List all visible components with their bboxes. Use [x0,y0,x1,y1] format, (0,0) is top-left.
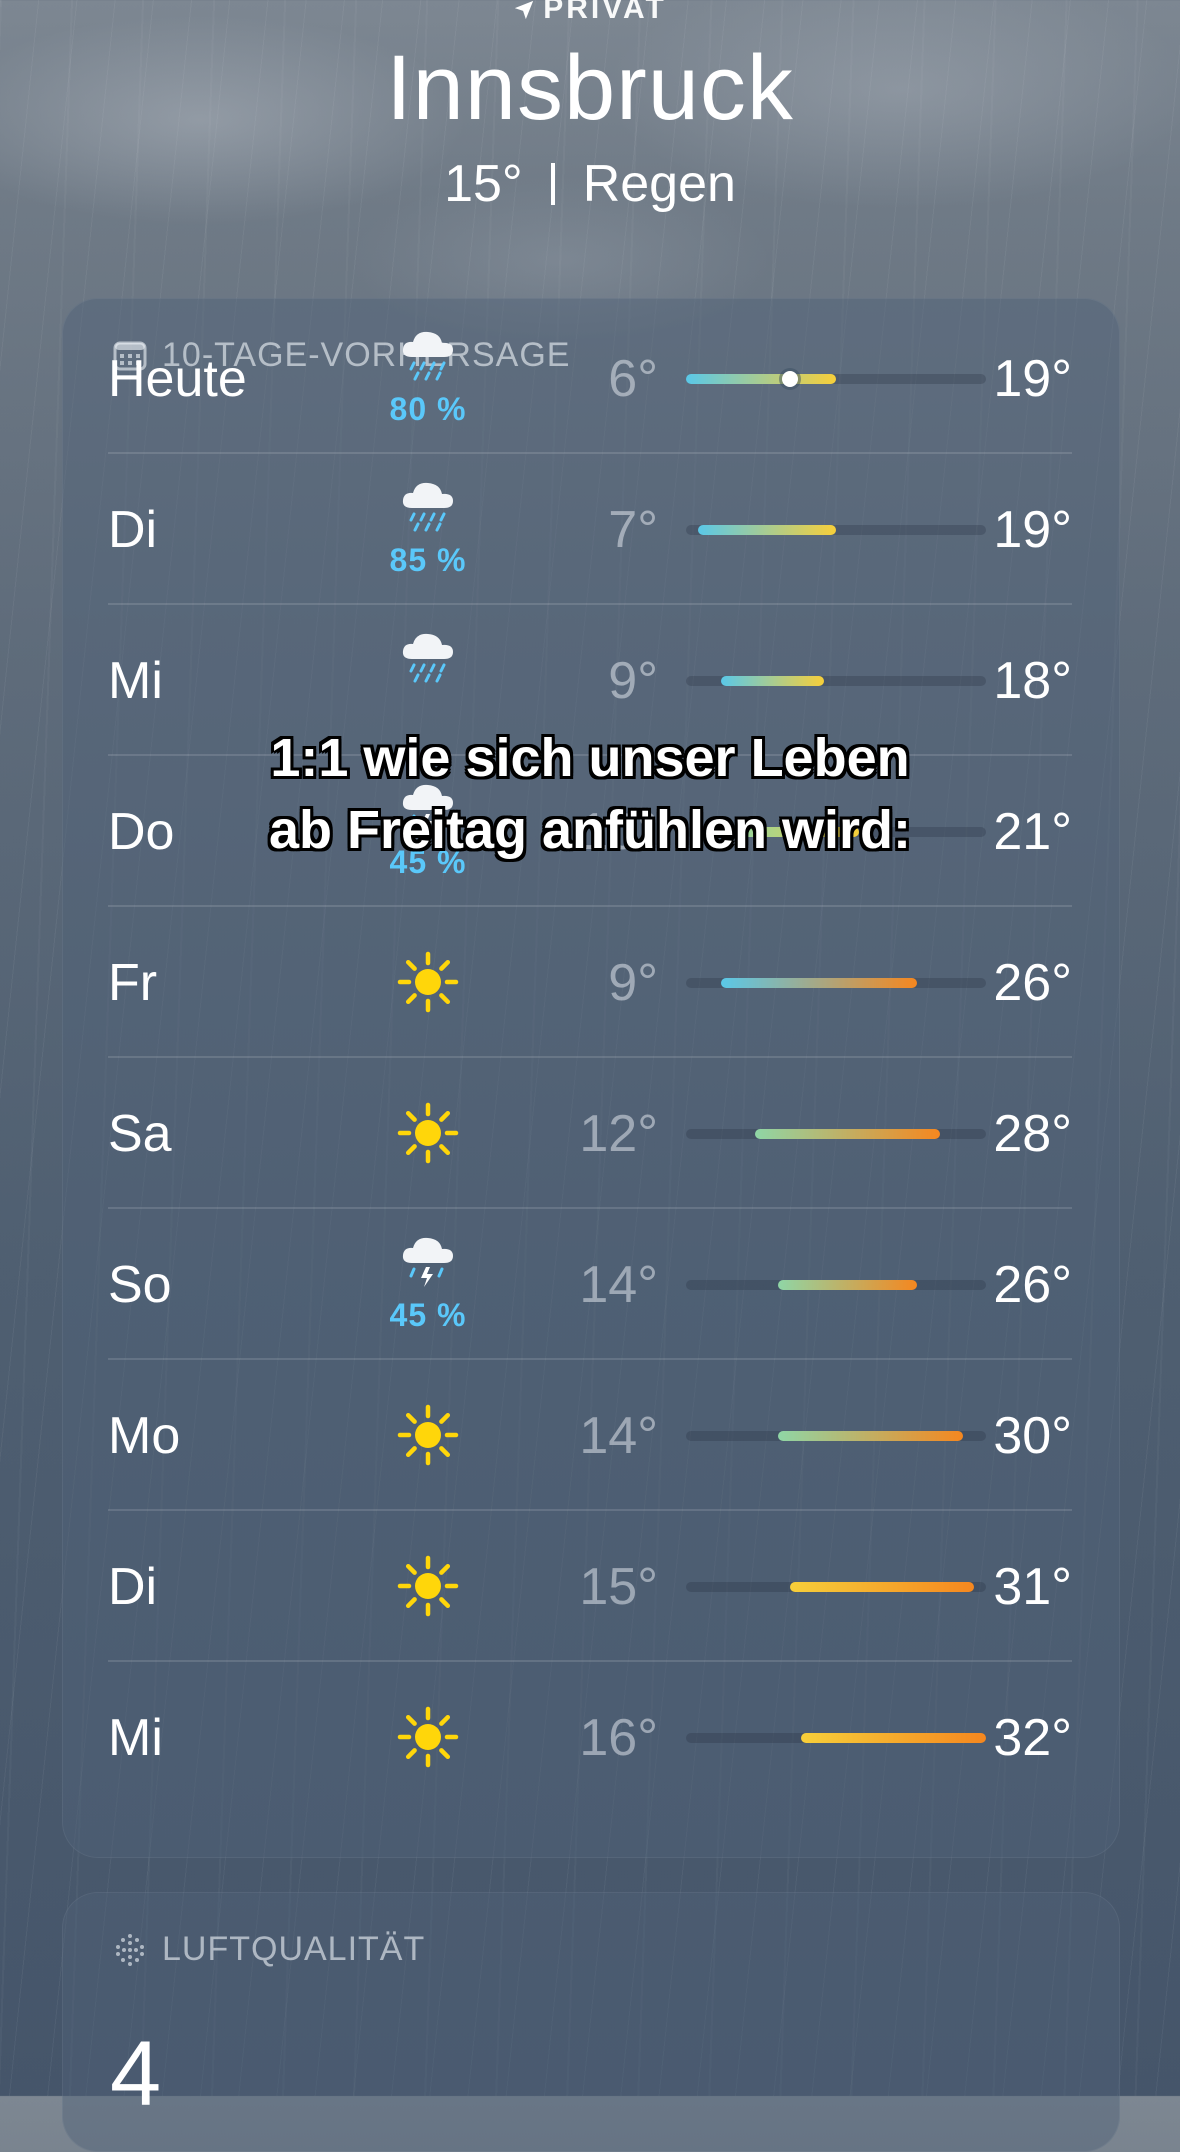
forecast-day: So [108,1255,172,1314]
high-temperature: 26° [993,1255,1072,1314]
air-quality-value: 4 [110,2023,162,2125]
temperature-range-bar [720,675,825,686]
temperature-range-bar [801,1732,986,1743]
current-condition: Regen [582,155,736,213]
temperature-range-bar [778,1279,917,1290]
air-quality-icon [116,1933,144,1966]
temperature-range-bar [789,1581,975,1592]
temperature-range-track [686,1732,986,1743]
temperature-range-track [686,1581,986,1592]
air-quality-title-text: LUFTQUALITÄT [162,1930,426,1968]
forecast-row[interactable]: Sa 12° 28° [108,1058,1072,1209]
high-temperature: 26° [993,953,1072,1012]
temperature-range-bar [755,1128,940,1139]
low-temperature: 9° [608,953,658,1012]
current-conditions: 15° Regen [0,154,1180,214]
temperature-range-track [686,1279,986,1290]
high-temperature: 28° [993,1104,1072,1163]
low-temperature: 14° [579,1406,658,1465]
low-temperature: 12° [579,1104,658,1163]
forecast-day: Mo [108,1406,181,1465]
forecast-day: Fr [108,953,158,1012]
temperature-range-bar [686,373,836,384]
forecast-day: Mi [108,651,163,710]
separator [550,163,555,205]
forecast-row[interactable]: Di 85 % 7° 19° [108,454,1072,605]
temperature-range-bar [697,524,836,535]
low-temperature: 9° [608,651,658,710]
current-temperature: 15° [444,155,523,213]
caption-line-2: ab Freitag anfühlen wird: [268,800,912,860]
forecast-row[interactable]: Fr 9° 26° [108,907,1072,1058]
high-temperature: 31° [993,1557,1072,1616]
temperature-range-track [686,977,986,988]
temperature-range-bar [720,977,917,988]
temperature-range-track [686,675,986,686]
current-temp-indicator [781,370,798,387]
low-temperature: 16° [579,1708,658,1767]
forecast-day: Di [108,500,158,559]
location-label: PRIVAT [0,0,1180,26]
forecast-day: Di [108,1557,158,1616]
forecast-day: Heute [108,349,247,408]
video-caption: 1:1 wie sich unser Leben ab Freitag anfü… [0,722,1180,866]
temperature-range-bar [778,1430,963,1441]
temperature-range-track [686,1430,986,1441]
caption-line-1: 1:1 wie sich unser Leben [270,728,910,788]
high-temperature: 18° [993,651,1072,710]
high-temperature: 30° [993,1406,1072,1465]
forecast-row[interactable]: Mi 16° 32° [108,1662,1072,1813]
high-temperature: 19° [993,349,1072,408]
forecast-row[interactable]: Heute 80 % 6° 19° [108,303,1072,454]
temperature-range-track [686,1128,986,1139]
location-arrow-icon [515,0,534,20]
high-temperature: 32° [993,1708,1072,1767]
city-name: Innsbruck [386,37,794,139]
temperature-range-track [686,524,986,535]
forecast-row[interactable]: Mo 14° 30° [108,1360,1072,1511]
ten-day-forecast-card[interactable]: 10-TAGE-VORHERSAGE Heute 80 % 6° 19° Di … [62,298,1120,1858]
forecast-row[interactable]: So 45 % 14° 26° [108,1209,1072,1360]
air-quality-card[interactable]: LUFTQUALITÄT 4 [62,1892,1120,2152]
forecast-day: Mi [108,1708,163,1767]
temperature-range-track [686,370,986,387]
air-quality-card-title: LUFTQUALITÄT [112,1930,425,1969]
location-label-text: PRIVAT [543,0,667,25]
forecast-row[interactable]: Di 15° 31° [108,1511,1072,1662]
low-temperature: 7° [608,500,658,559]
forecast-day: Sa [108,1104,172,1163]
low-temperature: 14° [579,1255,658,1314]
low-temperature: 6° [608,349,658,408]
high-temperature: 19° [993,500,1072,559]
low-temperature: 15° [579,1557,658,1616]
